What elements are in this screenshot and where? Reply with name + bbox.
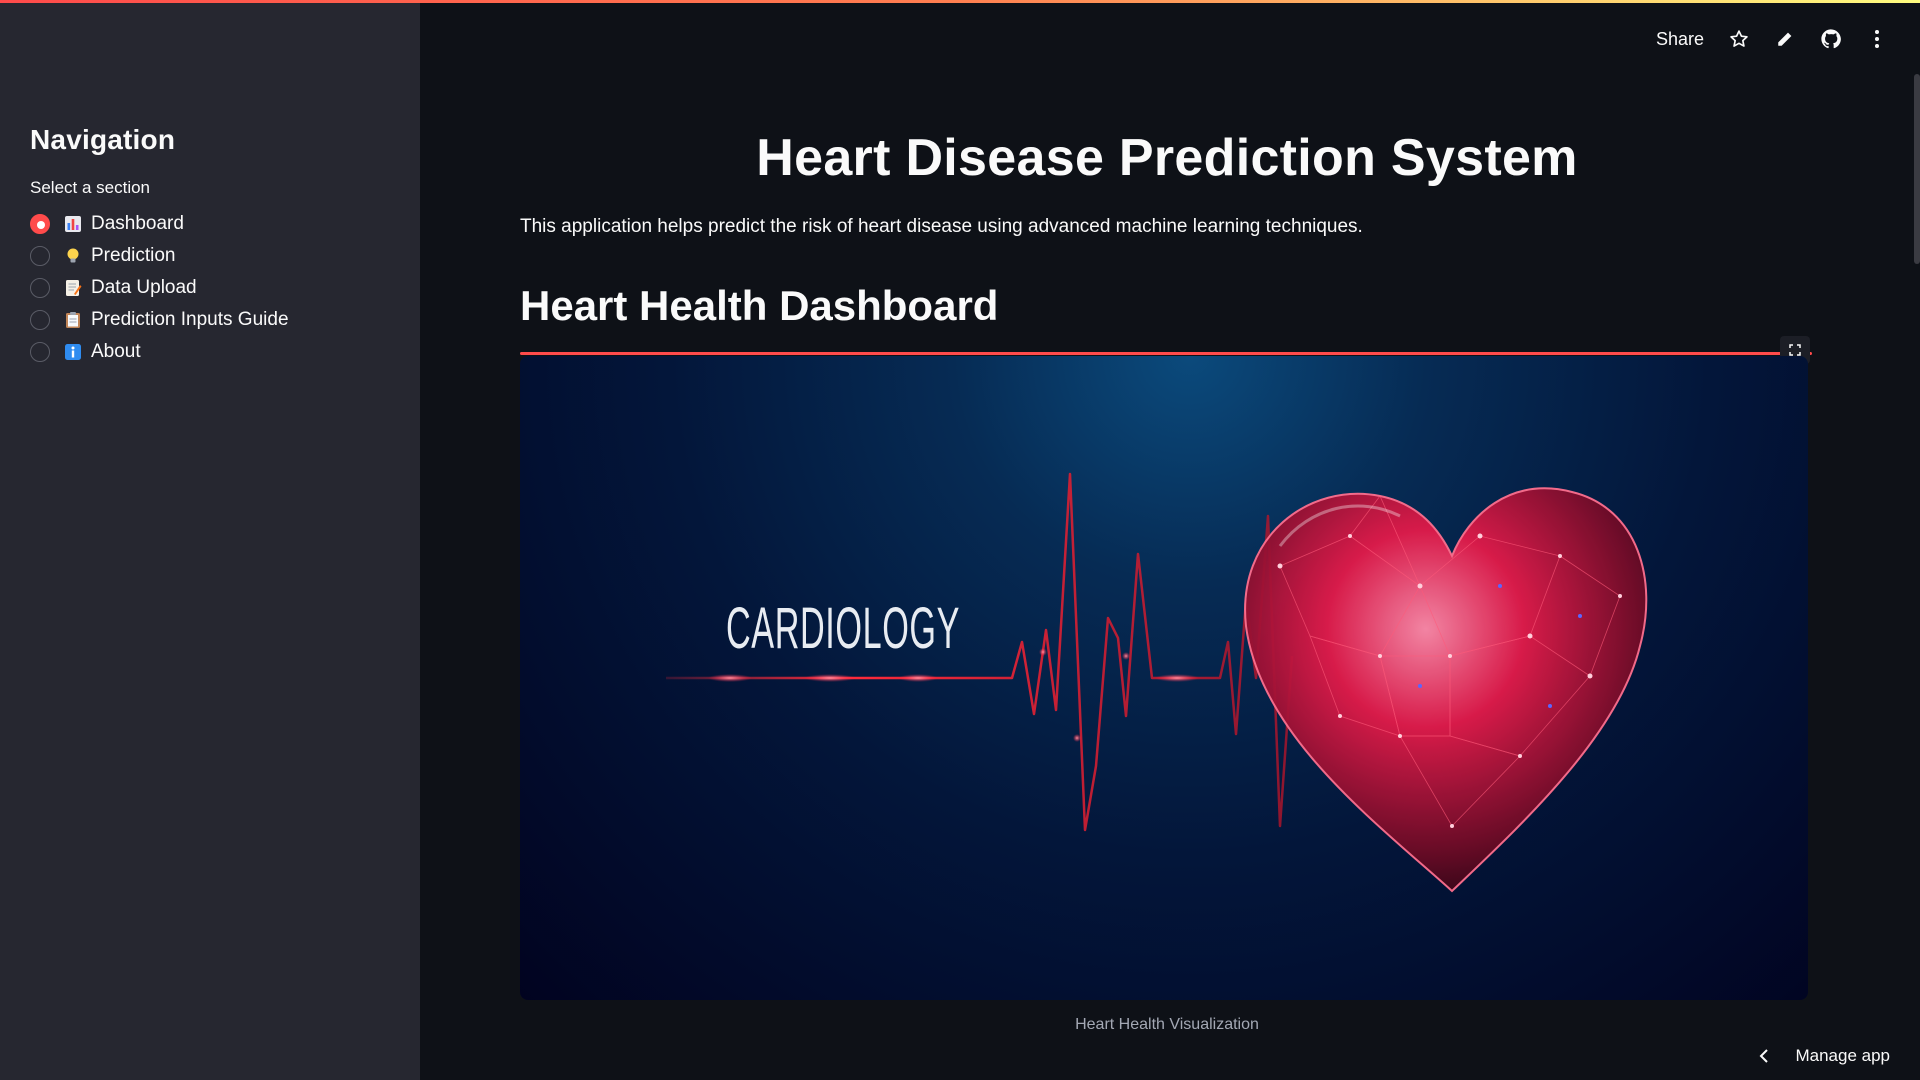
radio-button[interactable]	[30, 278, 50, 298]
chevron-left-icon	[1760, 1049, 1769, 1063]
share-button[interactable]: Share	[1656, 29, 1704, 50]
radio-button[interactable]	[30, 342, 50, 362]
kebab-menu-icon[interactable]	[1866, 28, 1888, 50]
header-divider	[520, 352, 1812, 355]
radio-item-label: Prediction Inputs Guide	[91, 309, 289, 330]
radio-item-label: Data Upload	[91, 277, 197, 298]
manage-app-button[interactable]: Manage app	[1759, 1046, 1890, 1066]
section-header: Heart Health Dashboard	[520, 282, 999, 329]
star-icon[interactable]	[1728, 28, 1750, 50]
radio-item-data-upload[interactable]: Data Upload	[30, 272, 390, 304]
main-area: Share Heart Disease Prediction System Th…	[420, 0, 1920, 1080]
image-text: CARDIOLOGY	[726, 596, 960, 661]
app-description: This application helps predict the risk …	[520, 216, 1363, 237]
top-decoration-line	[0, 0, 1920, 3]
radio-button[interactable]	[30, 310, 50, 330]
lightbulb-icon	[63, 246, 83, 266]
page-title: Heart Disease Prediction System	[756, 129, 1578, 187]
radio-item-label: About	[91, 341, 141, 362]
radio-item-prediction[interactable]: Prediction	[30, 240, 390, 272]
sidebar-title: Navigation	[30, 124, 176, 155]
fullscreen-icon	[1789, 344, 1801, 356]
main-content: Heart Disease Prediction System This app…	[520, 128, 1814, 1034]
radio-item-prediction-inputs-guide[interactable]: Prediction Inputs Guide	[30, 304, 390, 336]
radio-group-label: Select a section	[30, 178, 151, 197]
pencil-icon[interactable]	[1774, 28, 1796, 50]
radio-button[interactable]	[30, 246, 50, 266]
hero-image: CARDIOLOGY	[520, 356, 1808, 1000]
cardiology-illustration: CARDIOLOGY	[666, 472, 1648, 893]
info-icon	[63, 342, 83, 362]
sidebar: Navigation Select a section Dashboard Pr…	[0, 0, 420, 1080]
scrollbar[interactable]	[1914, 74, 1920, 264]
radio-button[interactable]	[30, 214, 50, 234]
radio-group: Dashboard Prediction Data Upload Predict…	[30, 208, 390, 368]
heart-graphic	[1244, 487, 1648, 893]
memo-icon	[63, 278, 83, 298]
app-toolbar: Share	[1656, 28, 1888, 50]
radio-item-label: Dashboard	[91, 213, 184, 234]
radio-item-dashboard[interactable]: Dashboard	[30, 208, 390, 240]
image-caption: Heart Health Visualization	[1075, 1016, 1259, 1033]
github-icon[interactable]	[1820, 28, 1842, 50]
clipboard-icon	[63, 310, 83, 330]
radio-item-label: Prediction	[91, 245, 176, 266]
radio-item-about[interactable]: About	[30, 336, 390, 368]
manage-app-label: Manage app	[1795, 1046, 1890, 1065]
bar-chart-icon	[63, 214, 83, 234]
